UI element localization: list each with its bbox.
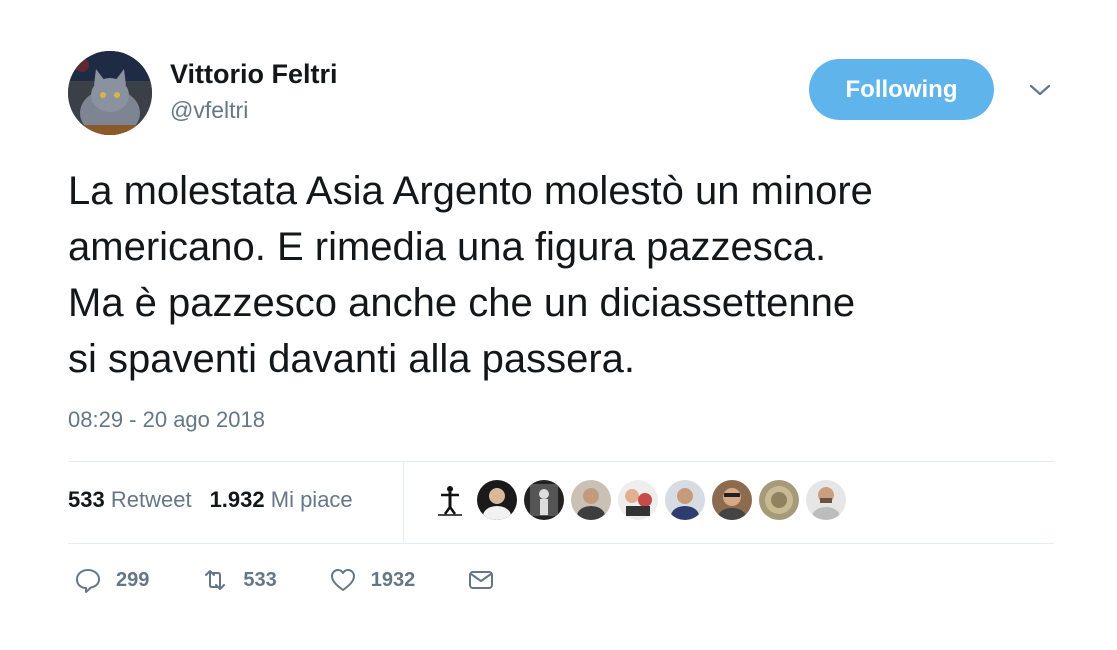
reply-icon (76, 569, 100, 593)
author-name[interactable]: Vittorio Feltri (170, 59, 338, 90)
liker-avatar[interactable] (712, 480, 752, 520)
avatar-cat-image (68, 51, 152, 135)
liker-avatar[interactable] (759, 480, 799, 520)
retweet-stat-label: Retweet (110, 487, 192, 512)
retweet-button[interactable]: 533 (201, 566, 277, 594)
liker-avatar[interactable] (430, 480, 470, 520)
liker-avatar[interactable] (477, 480, 517, 520)
chevron-down-icon[interactable] (1027, 80, 1053, 100)
liker-avatar[interactable] (618, 480, 658, 520)
author-handle[interactable]: @vfeltri (170, 97, 248, 124)
retweet-icon (205, 570, 226, 590)
liker-avatar[interactable] (665, 480, 705, 520)
avatar[interactable] (68, 51, 152, 135)
retweet-count: 533 (243, 568, 277, 591)
divider-top (68, 461, 1054, 462)
following-button[interactable]: Following (809, 59, 994, 120)
divider-vertical (403, 462, 404, 542)
like-count: 1932 (370, 568, 416, 591)
liker-avatar[interactable] (806, 480, 846, 520)
like-stat[interactable]: 1.932 Mi piace (210, 487, 353, 513)
like-button[interactable]: 1932 (329, 566, 416, 594)
reply-button[interactable]: 299 (74, 566, 149, 594)
divider-bottom (68, 543, 1054, 544)
reply-count: 299 (116, 568, 150, 591)
like-stat-count: 1.932 (209, 487, 265, 512)
likers-avatars (430, 480, 846, 520)
liker-avatar[interactable] (524, 480, 564, 520)
like-icon (330, 569, 355, 591)
direct-message-button[interactable] (467, 566, 495, 594)
liker-avatar[interactable] (571, 480, 611, 520)
action-bar: 299 533 1932 (74, 566, 547, 594)
tweet-stats: 533 Retweet 1.932 Mi piace (68, 487, 353, 513)
tweet-timestamp[interactable]: 08:29 - 20 ago 2018 (68, 407, 265, 433)
like-stat-label: Mi piace (270, 487, 353, 512)
retweet-stat-count: 533 (68, 487, 105, 512)
tweet-text: La molestata Asia Argento molestò un min… (68, 169, 873, 381)
retweet-stat[interactable]: 533 Retweet (68, 487, 192, 513)
message-icon (469, 571, 494, 589)
